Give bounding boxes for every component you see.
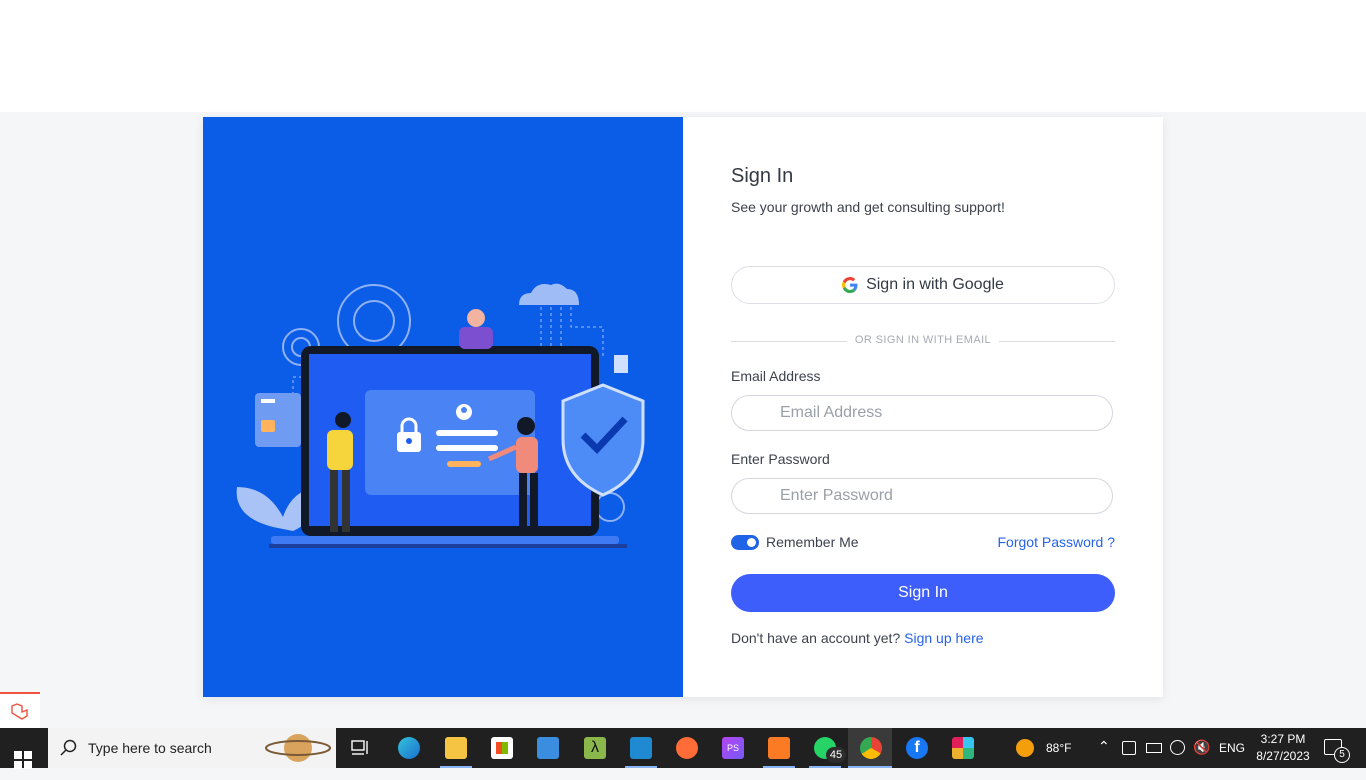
facebook-icon[interactable]: f: [906, 737, 928, 759]
meet-now-icon[interactable]: [1122, 741, 1136, 755]
remember-me-toggle[interactable]: [731, 535, 759, 550]
email-label: Email Address: [731, 368, 821, 384]
clock-date: 8/27/2023: [1256, 749, 1310, 763]
google-signin-button[interactable]: Sign in with Google: [731, 266, 1115, 304]
mail-icon[interactable]: [537, 737, 559, 759]
chrome-icon[interactable]: [860, 737, 882, 759]
battery-icon[interactable]: [1146, 743, 1162, 753]
file-explorer-icon[interactable]: [445, 737, 467, 759]
google-icon: [842, 277, 858, 293]
vscode-icon[interactable]: [630, 737, 652, 759]
phpstorm-icon[interactable]: PS: [722, 737, 744, 759]
signup-prompt: Don't have an account yet? Sign up here: [731, 630, 984, 646]
weather-icon[interactable]: [1016, 739, 1034, 757]
login-card: Sign In See your growth and get consulti…: [203, 117, 1163, 697]
windows-taskbar: Type here to search λ PS 45 f 88°F ⌃ 🔇 E…: [0, 728, 1366, 769]
signup-link[interactable]: Sign up here: [904, 630, 983, 646]
toggle-knob: [747, 538, 756, 547]
windows-start-icon[interactable]: [14, 740, 32, 780]
xampp-icon[interactable]: [768, 737, 790, 759]
laravel-icon: [11, 703, 28, 720]
volume-muted-icon[interactable]: 🔇: [1193, 739, 1210, 756]
page-subtitle: See your growth and get consulting suppo…: [731, 199, 1005, 215]
password-input[interactable]: [731, 478, 1113, 514]
page-title: Sign In: [731, 165, 794, 187]
notification-count-badge: 5: [1334, 747, 1350, 763]
divider-text: OR SIGN IN WITH EMAIL: [854, 334, 992, 346]
laravel-debug-badge[interactable]: [0, 692, 40, 730]
signin-form-panel: Sign In See your growth and get consulti…: [683, 117, 1163, 697]
terminal-icon[interactable]: λ: [584, 737, 606, 759]
weather-temperature[interactable]: 88°F: [1046, 741, 1071, 755]
saturn-search-highlight-icon: [265, 734, 331, 762]
taskbar-search-box[interactable]: Type here to search: [48, 728, 336, 768]
top-header-area: [0, 0, 1366, 112]
google-button-label: Sign in with Google: [866, 276, 1004, 293]
email-input[interactable]: [731, 395, 1113, 431]
edge-icon[interactable]: [398, 737, 420, 759]
email-divider: OR SIGN IN WITH EMAIL: [731, 333, 1115, 349]
whatsapp-badge: 45: [826, 747, 846, 763]
network-globe-icon[interactable]: [1170, 740, 1185, 755]
signup-prompt-text: Don't have an account yet?: [731, 630, 901, 646]
divider-line-right: [999, 341, 1115, 342]
microsoft-store-icon[interactable]: [491, 737, 513, 759]
language-indicator[interactable]: ENG: [1219, 741, 1245, 755]
security-illustration: [236, 283, 645, 548]
postman-icon[interactable]: [676, 737, 698, 759]
taskbar-clock[interactable]: 3:27 PM 8/27/2023: [1248, 731, 1318, 765]
password-label: Enter Password: [731, 451, 830, 467]
remember-me-label: Remember Me: [766, 534, 859, 550]
illustration-panel: [203, 117, 683, 697]
clock-time: 3:27 PM: [1260, 732, 1306, 746]
show-hidden-icons-chevron-icon[interactable]: ⌃: [1098, 738, 1110, 755]
slack-icon[interactable]: [952, 737, 974, 759]
forgot-password-link[interactable]: Forgot Password ?: [998, 534, 1116, 550]
signin-button[interactable]: Sign In: [731, 574, 1115, 612]
task-view-icon[interactable]: [350, 738, 370, 758]
search-icon: [60, 739, 77, 756]
search-placeholder: Type here to search: [88, 740, 212, 756]
